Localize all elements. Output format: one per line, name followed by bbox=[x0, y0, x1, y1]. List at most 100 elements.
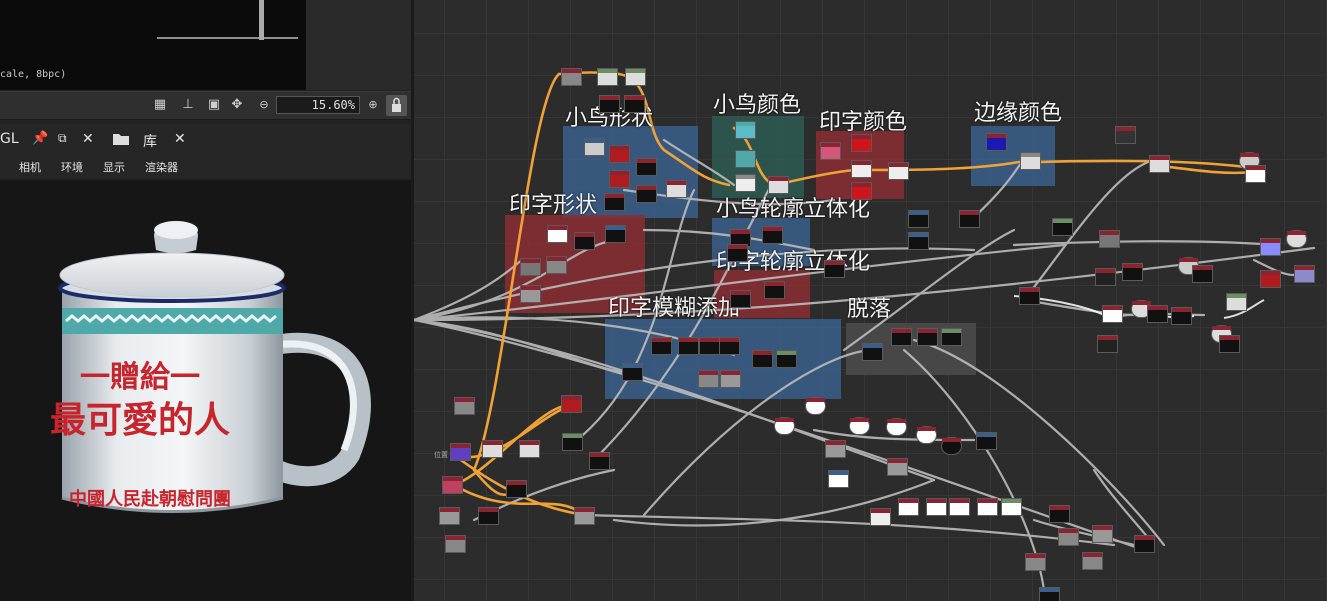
graph-node[interactable] bbox=[764, 281, 785, 299]
graph-node[interactable] bbox=[735, 150, 756, 168]
graph-node[interactable] bbox=[776, 350, 797, 368]
graph-node[interactable] bbox=[1294, 265, 1315, 283]
graph-node[interactable] bbox=[1099, 230, 1120, 248]
menu-renderer[interactable]: 渲染器 bbox=[145, 159, 178, 175]
graph-node[interactable] bbox=[482, 440, 503, 458]
graph-node[interactable] bbox=[862, 343, 883, 361]
graph-node[interactable] bbox=[820, 142, 841, 160]
graph-node[interactable] bbox=[1058, 528, 1079, 546]
graph-node[interactable] bbox=[908, 210, 929, 228]
graph-node[interactable] bbox=[1082, 552, 1103, 570]
graph-node[interactable] bbox=[1226, 293, 1247, 311]
graph-node[interactable] bbox=[574, 507, 595, 525]
graph-node[interactable] bbox=[730, 290, 751, 308]
folder-icon[interactable] bbox=[112, 131, 130, 151]
graph-node[interactable] bbox=[1171, 307, 1192, 325]
graph-node[interactable] bbox=[519, 440, 540, 458]
tab-3d-view[interactable]: GL bbox=[0, 131, 19, 147]
graph-node[interactable] bbox=[597, 68, 618, 86]
frame-title-peeling[interactable]: 脱落 bbox=[847, 291, 891, 323]
graph-node[interactable] bbox=[825, 440, 846, 458]
graph-node[interactable] bbox=[1245, 165, 1266, 183]
3d-viewport[interactable]: 一贈給一 最可愛的人 中國人民赴朝慰問團 bbox=[0, 180, 411, 601]
graph-node[interactable] bbox=[735, 121, 756, 139]
graph-node[interactable] bbox=[478, 507, 499, 525]
frame-icon[interactable]: ▣ bbox=[206, 97, 222, 113]
fit-icon[interactable]: ⊥ bbox=[180, 97, 196, 113]
graph-node[interactable] bbox=[959, 210, 980, 228]
zoom-in-icon[interactable]: ⊕ bbox=[365, 97, 381, 113]
graph-node[interactable] bbox=[805, 397, 826, 415]
graph-node[interactable] bbox=[454, 397, 475, 415]
graph-node[interactable] bbox=[1019, 287, 1040, 305]
graph-node[interactable] bbox=[720, 370, 741, 388]
graph-node[interactable] bbox=[828, 470, 849, 488]
graph-node[interactable] bbox=[439, 507, 460, 525]
graph-node[interactable] bbox=[1219, 335, 1240, 353]
graph-node[interactable] bbox=[636, 158, 657, 176]
maximize-icon[interactable]: ⧉ bbox=[58, 131, 67, 146]
graph-node[interactable] bbox=[574, 232, 595, 250]
menu-camera[interactable]: 相机 bbox=[19, 159, 41, 175]
graph-node[interactable] bbox=[762, 226, 783, 244]
graph-node[interactable] bbox=[908, 232, 929, 250]
graph-node[interactable] bbox=[1260, 238, 1281, 256]
frame-title-print-shape[interactable]: 印字形状 bbox=[509, 187, 597, 219]
graph-node[interactable] bbox=[752, 350, 773, 368]
frame-title-bird-color[interactable]: 小鸟颜色 bbox=[713, 87, 801, 119]
graph-node[interactable] bbox=[636, 185, 657, 203]
graph-node[interactable] bbox=[849, 417, 870, 435]
graph-node[interactable] bbox=[698, 370, 719, 388]
pin-icon[interactable]: 📌 bbox=[32, 131, 48, 146]
graph-node[interactable] bbox=[926, 498, 947, 516]
graph-node[interactable] bbox=[917, 328, 938, 346]
graph-node[interactable] bbox=[547, 225, 568, 243]
graph-node[interactable] bbox=[584, 138, 605, 156]
graph-node[interactable] bbox=[1192, 265, 1213, 283]
graph-node[interactable] bbox=[886, 418, 907, 436]
graph-node[interactable] bbox=[986, 133, 1007, 151]
graph-node[interactable] bbox=[888, 162, 909, 180]
graph-node[interactable] bbox=[506, 480, 527, 498]
2d-view[interactable]: cale, 8bpc) bbox=[0, 0, 306, 90]
graph-node[interactable] bbox=[589, 452, 610, 470]
graph-node[interactable] bbox=[1039, 587, 1060, 601]
graph-node[interactable] bbox=[1115, 126, 1136, 144]
graph-node[interactable] bbox=[546, 256, 567, 274]
close-icon[interactable]: ✕ bbox=[174, 131, 186, 147]
graph-node[interactable] bbox=[651, 337, 672, 355]
graph-node[interactable] bbox=[1052, 218, 1073, 236]
graph-node[interactable] bbox=[1147, 305, 1168, 323]
graph-node[interactable] bbox=[870, 508, 891, 526]
graph-node[interactable] bbox=[774, 417, 795, 435]
graph-node[interactable] bbox=[1025, 553, 1046, 571]
graph-node[interactable] bbox=[916, 426, 937, 444]
graph-node[interactable] bbox=[1122, 263, 1143, 281]
lock-button[interactable] bbox=[386, 95, 407, 116]
graph-node[interactable] bbox=[666, 180, 687, 198]
graph-node[interactable] bbox=[1134, 535, 1155, 553]
graph-node[interactable] bbox=[622, 363, 643, 381]
graph-node[interactable] bbox=[768, 176, 789, 194]
graph-node[interactable] bbox=[719, 337, 740, 355]
graph-node[interactable] bbox=[1049, 505, 1070, 523]
close-icon[interactable]: ✕ bbox=[82, 131, 94, 147]
graph-node[interactable] bbox=[727, 244, 748, 262]
graph-node[interactable] bbox=[442, 476, 463, 494]
graph-node[interactable] bbox=[891, 328, 912, 346]
graph-node[interactable] bbox=[1286, 230, 1307, 248]
graph-node[interactable] bbox=[1097, 335, 1118, 353]
graph-node[interactable] bbox=[824, 260, 845, 278]
frame-title-print-color[interactable]: 印字颜色 bbox=[819, 104, 907, 136]
graph-node[interactable] bbox=[735, 174, 756, 192]
graph-node[interactable] bbox=[887, 458, 908, 476]
graph-node[interactable] bbox=[976, 432, 997, 450]
graph-node[interactable] bbox=[561, 395, 582, 413]
graph-node[interactable] bbox=[941, 437, 962, 455]
graph-node[interactable] bbox=[450, 443, 471, 461]
graph-node[interactable] bbox=[1149, 155, 1170, 173]
menu-display[interactable]: 显示 bbox=[103, 159, 125, 175]
graph-node[interactable] bbox=[605, 225, 626, 243]
graph-node[interactable] bbox=[678, 337, 699, 355]
graph-node[interactable] bbox=[898, 498, 919, 516]
